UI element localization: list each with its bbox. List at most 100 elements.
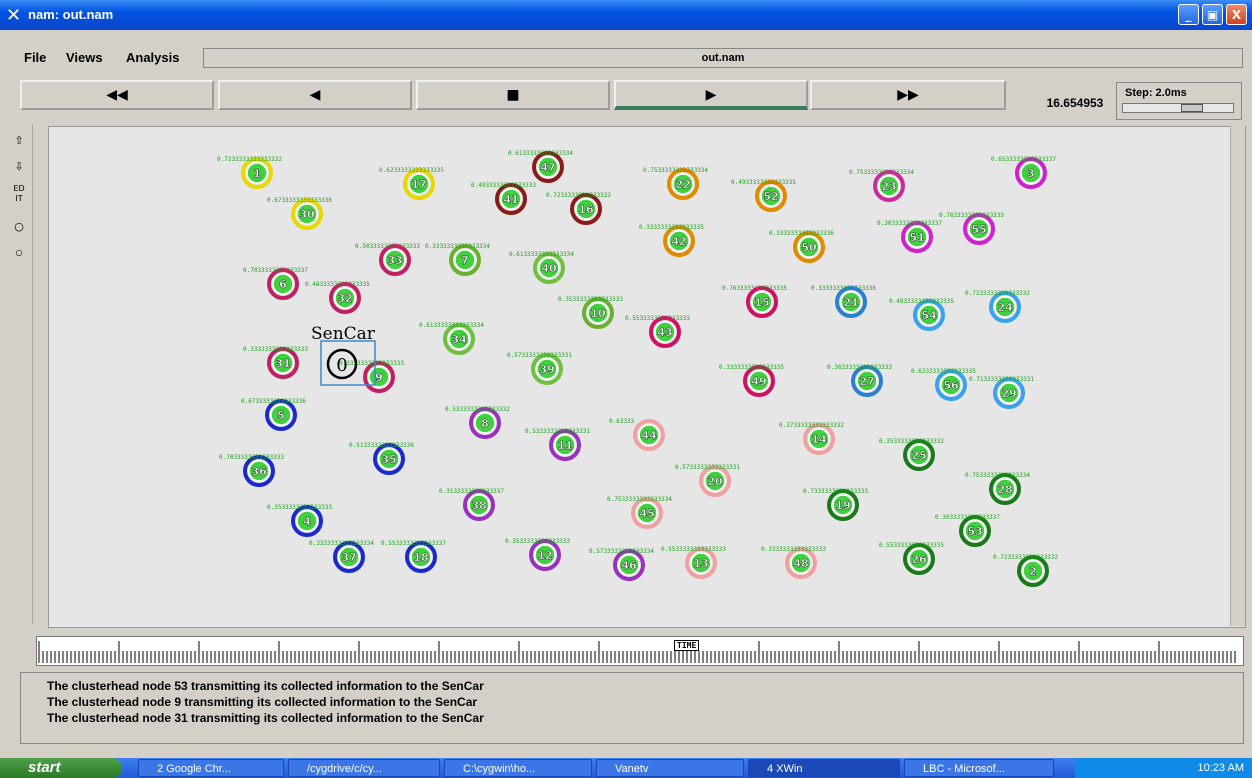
task-vanetv[interactable]: Vanetv: [596, 759, 744, 777]
task-lbc[interactable]: LBC - Microsof...: [904, 759, 1054, 777]
zoom-out-icon[interactable]: ⇩: [9, 156, 29, 178]
edit-button[interactable]: ED IT: [9, 184, 29, 206]
node-38[interactable]: 38 0.3133333333333337: [439, 488, 504, 521]
node-30[interactable]: 30 0.6733333333333336: [267, 197, 332, 230]
node-52[interactable]: 52 0.4933333333333335: [731, 179, 796, 212]
node-34[interactable]: 34 0.6133333333333334: [419, 322, 484, 355]
node-39[interactable]: 39 0.5733333333333331: [507, 352, 572, 385]
minimize-button[interactable]: _: [1178, 4, 1199, 25]
node-energy-label: 0.7533333333333334: [849, 169, 914, 176]
node-energy-label: 0.3333333333333334: [309, 540, 374, 547]
node-22[interactable]: 22 0.7533333333333334: [643, 167, 708, 200]
node-energy-label: 0.3333333333333334: [425, 243, 490, 250]
node-43[interactable]: 43 0.5533333333333333: [625, 315, 690, 348]
node-31[interactable]: 31 0.3333333333333333: [243, 346, 308, 379]
step-slider-knob[interactable]: [1181, 104, 1203, 112]
node-53[interactable]: 53 0.3033333333333337: [935, 514, 1000, 547]
node-49[interactable]: 49 0.3333333333333335: [719, 364, 784, 397]
node-27[interactable]: 27 0.3633333333333333: [827, 364, 892, 397]
rewind-button[interactable]: ◀◀: [20, 80, 214, 110]
timeline-slider[interactable]: [36, 636, 1244, 666]
node-28[interactable]: 28 0.7533333333333334: [965, 472, 1030, 505]
node-3[interactable]: 3 0.6533333333333337: [991, 156, 1056, 189]
node-37[interactable]: 37 0.3333333333333334: [309, 540, 374, 573]
node-id: 30: [299, 208, 315, 221]
node-25[interactable]: 25 0.3533333333333332: [879, 438, 944, 471]
node-energy-label: 0.63333: [609, 418, 635, 425]
menu-views[interactable]: Views: [66, 50, 103, 65]
node-46[interactable]: 46 0.5733333333333334: [589, 548, 654, 581]
vertical-scrollbar[interactable]: [1230, 126, 1245, 626]
node-35[interactable]: 35 0.5133333333333336: [349, 442, 414, 475]
node-33[interactable]: 33 0.5033333333333333: [355, 243, 420, 276]
node-23[interactable]: 23 0.7533333333333334: [849, 169, 914, 202]
step-control[interactable]: Step: 2.0ms: [1116, 82, 1242, 120]
node-energy-label: 0.3533333333333333: [267, 504, 332, 511]
node-11[interactable]: 11 0.5333333333333331: [525, 428, 590, 461]
menu-file[interactable]: File: [24, 50, 46, 65]
node-54[interactable]: 54 0.4833333333333335: [889, 298, 954, 331]
node-45[interactable]: 45 0.7533333333333334: [607, 496, 672, 529]
node-55[interactable]: 55 0.7633333333333335: [939, 212, 1004, 245]
node-id: 25: [911, 449, 926, 462]
node-40[interactable]: 40 0.6133333333333334: [509, 251, 574, 284]
node-44[interactable]: 44 0.63333: [609, 418, 665, 451]
node-6[interactable]: 6 0.7033333333333337: [243, 267, 308, 300]
task-chrome[interactable]: 2 Google Chr...: [138, 759, 284, 777]
node-id: 13: [693, 557, 708, 570]
network-canvas[interactable]: 1 0.7233333333333332 47 0.6133333333333334 1…: [48, 126, 1246, 628]
zoom-in-icon[interactable]: ⇧: [9, 130, 29, 152]
node-19[interactable]: 19 0.7333333333333333: [803, 488, 868, 521]
node-20[interactable]: 20 0.5733333333333331: [675, 464, 740, 497]
node-41[interactable]: 41 0.4933333333333333: [471, 182, 536, 215]
node-13[interactable]: 13 0.5533333333333333: [661, 546, 726, 579]
circle-small-icon[interactable]: ○: [9, 242, 29, 264]
node-29[interactable]: 29 0.7133333333333331: [969, 376, 1034, 409]
node-12[interactable]: 12 0.3533333333333333: [505, 538, 570, 571]
message-line: The clusterhead node 9 transmitting its …: [47, 695, 478, 709]
node-21[interactable]: 21 0.3333333333333336: [811, 285, 876, 318]
node-energy-label: 0.6133333333333334: [509, 251, 574, 258]
maximize-button[interactable]: ▣: [1202, 4, 1223, 25]
node-47[interactable]: 47 0.6133333333333334: [508, 150, 573, 183]
file-name-display: out.nam: [203, 48, 1243, 68]
node-id: 29: [1001, 387, 1016, 400]
fast-forward-button[interactable]: ▶▶: [810, 80, 1006, 110]
timeline-marker[interactable]: TIME: [674, 640, 700, 651]
node-24[interactable]: 24 0.7233333333333332: [965, 290, 1030, 323]
task-xwin[interactable]: 4 XWin: [748, 759, 900, 777]
node-4[interactable]: 4 0.3533333333333333: [267, 504, 332, 537]
step-back-button[interactable]: ◀: [218, 80, 412, 110]
node-50[interactable]: 50 0.3333333333333336: [769, 230, 834, 263]
node-7[interactable]: 7 0.3333333333333334: [425, 243, 490, 276]
menu-analysis[interactable]: Analysis: [126, 50, 179, 65]
play-button[interactable]: ▶: [614, 80, 808, 110]
task-cygdrive[interactable]: /cygdrive/c/cy...: [288, 759, 440, 777]
node-51[interactable]: 51 0.3033333333333337: [877, 220, 942, 253]
node-1[interactable]: 1 0.7233333333333332: [217, 156, 282, 189]
stop-button[interactable]: ■: [416, 80, 610, 110]
node-id: 52: [763, 190, 778, 203]
node-48[interactable]: 48 0.3333333333333333: [761, 546, 826, 579]
node-26[interactable]: 26 0.5533333333333335: [879, 542, 944, 575]
node-2[interactable]: 2 0.7233333333333332: [993, 554, 1058, 587]
node-8[interactable]: 8 0.5333333333333332: [445, 406, 510, 439]
node-32[interactable]: 32 0.4833333333333335: [305, 281, 370, 314]
node-42[interactable]: 42 0.3333333333333335: [639, 224, 704, 257]
node-15[interactable]: 15 0.7633333333333335: [722, 285, 787, 318]
step-slider[interactable]: [1122, 103, 1234, 113]
node-56[interactable]: 56 0.6233333333333335: [911, 368, 976, 401]
node-17[interactable]: 17 0.6233333333333335: [379, 167, 444, 200]
node-10[interactable]: 10 0.3533333333333333: [558, 296, 623, 329]
node-id: 47: [540, 161, 555, 174]
node-5[interactable]: 5 0.6733333333333336: [241, 398, 306, 431]
task-cygwin[interactable]: C:\cygwin\ho...: [444, 759, 592, 777]
node-18[interactable]: 18 0.5533333333333337: [381, 540, 446, 573]
circle-large-icon[interactable]: ○: [9, 216, 29, 238]
node-energy-label: 0.3533333333333333: [505, 538, 570, 545]
node-14[interactable]: 14 0.3733333333333332: [779, 422, 844, 455]
node-36[interactable]: 36 0.7033333333333333: [219, 454, 284, 487]
close-button[interactable]: X: [1226, 4, 1247, 25]
start-button[interactable]: start: [0, 758, 122, 778]
node-16[interactable]: 16 0.7233333333333332: [546, 192, 611, 225]
